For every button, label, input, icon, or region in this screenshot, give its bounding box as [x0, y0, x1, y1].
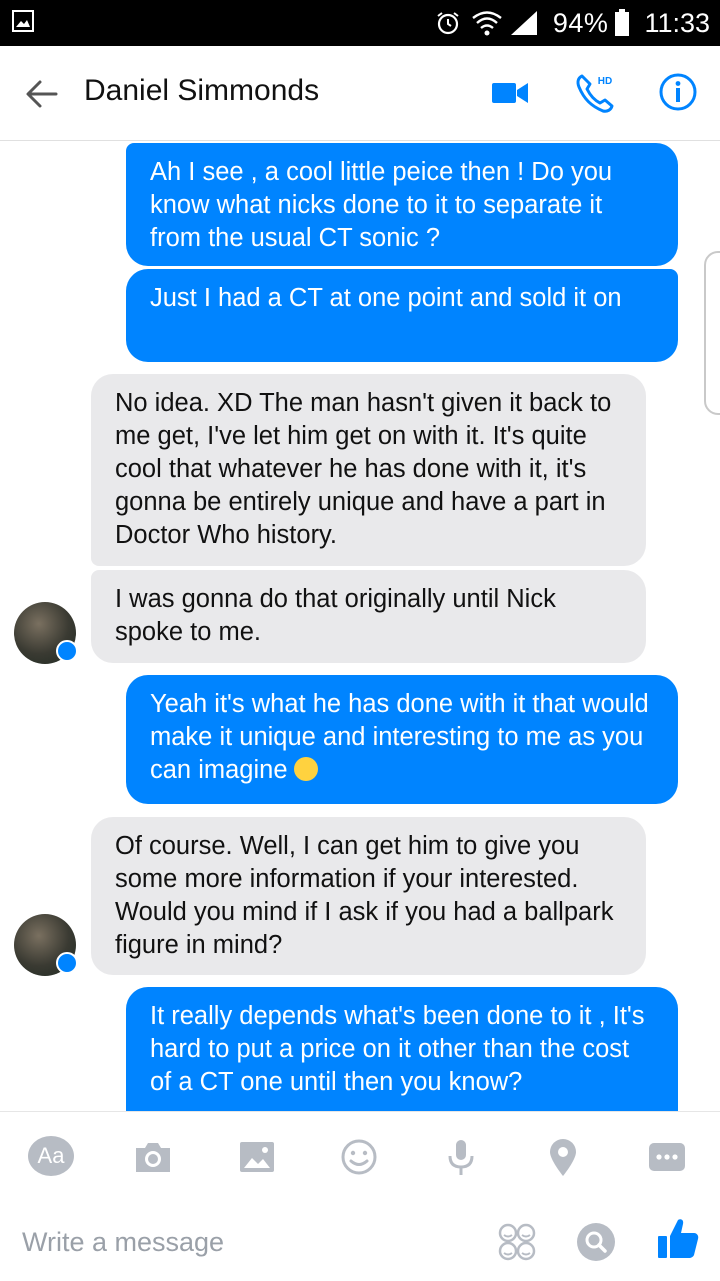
back-arrow-icon[interactable] [22, 74, 62, 114]
contact-avatar[interactable] [14, 602, 78, 664]
message-text: Just I had a CT at one point and sold it… [150, 284, 622, 312]
smile-emoji-icon [293, 757, 318, 781]
wifi-icon [472, 11, 502, 36]
message-text: Ah I see , a cool little peice then ! Do… [150, 158, 613, 252]
message-composer: Aa [0, 1111, 720, 1281]
video-call-icon[interactable] [490, 76, 530, 110]
clock: 11:33 [644, 7, 710, 38]
gallery-icon [12, 10, 34, 32]
incoming-message[interactable]: Of course. Well, I can get him to give y… [91, 817, 646, 975]
phone-hd-icon[interactable]: HD [574, 72, 616, 114]
outgoing-message[interactable]: Just I had a CT at one point and sold it… [126, 269, 678, 362]
more-icon[interactable] [644, 1134, 690, 1180]
battery-percent: 94% [552, 7, 609, 38]
outgoing-message[interactable]: Ah I see , a cool little peice then ! Do… [126, 143, 678, 266]
svg-text:HD: HD [598, 76, 612, 87]
outgoing-message[interactable]: Yeah it's what he has done with it that … [126, 675, 678, 804]
battery-icon [615, 9, 630, 36]
microphone-icon[interactable] [438, 1134, 484, 1180]
message-input[interactable] [22, 1220, 462, 1264]
status-bar: 94% 11:33 [0, 0, 720, 46]
info-icon[interactable] [658, 72, 698, 112]
location-icon[interactable] [540, 1134, 586, 1180]
incoming-message[interactable]: No idea. XD The man hasn't given it back… [91, 374, 646, 566]
incoming-message[interactable]: I was gonna do that originally until Nic… [91, 570, 646, 663]
message-text: Of course. Well, I can get him to give y… [115, 832, 614, 959]
message-text: No idea. XD The man hasn't given it back… [115, 389, 612, 549]
contact-avatar[interactable] [14, 914, 78, 976]
image-icon[interactable] [234, 1134, 280, 1180]
stickers-icon[interactable] [495, 1220, 539, 1264]
message-text: It really depends what's been done to it… [150, 1002, 645, 1096]
message-text: Yeah it's what he has done with it that … [150, 690, 649, 784]
message-text: I was gonna do that originally until Nic… [115, 585, 556, 646]
alarm-icon [437, 12, 459, 35]
conversation-header: Daniel Simmonds HD [0, 46, 720, 141]
thumbs-up-icon[interactable] [656, 1214, 700, 1262]
scroll-indicator[interactable] [704, 251, 720, 415]
signal-icon [510, 11, 537, 35]
emoji-icon[interactable] [336, 1134, 382, 1180]
text-format-button[interactable]: Aa [28, 1136, 74, 1176]
camera-icon[interactable] [130, 1134, 176, 1180]
message-list[interactable]: Ah I see , a cool little peice then ! Do… [0, 141, 720, 1111]
messenger-badge-icon [56, 640, 78, 662]
messenger-badge-icon [56, 952, 78, 974]
outgoing-message[interactable]: It really depends what's been done to it… [126, 987, 678, 1111]
contact-name[interactable]: Daniel Simmonds [84, 74, 319, 108]
search-icon[interactable] [576, 1222, 616, 1262]
